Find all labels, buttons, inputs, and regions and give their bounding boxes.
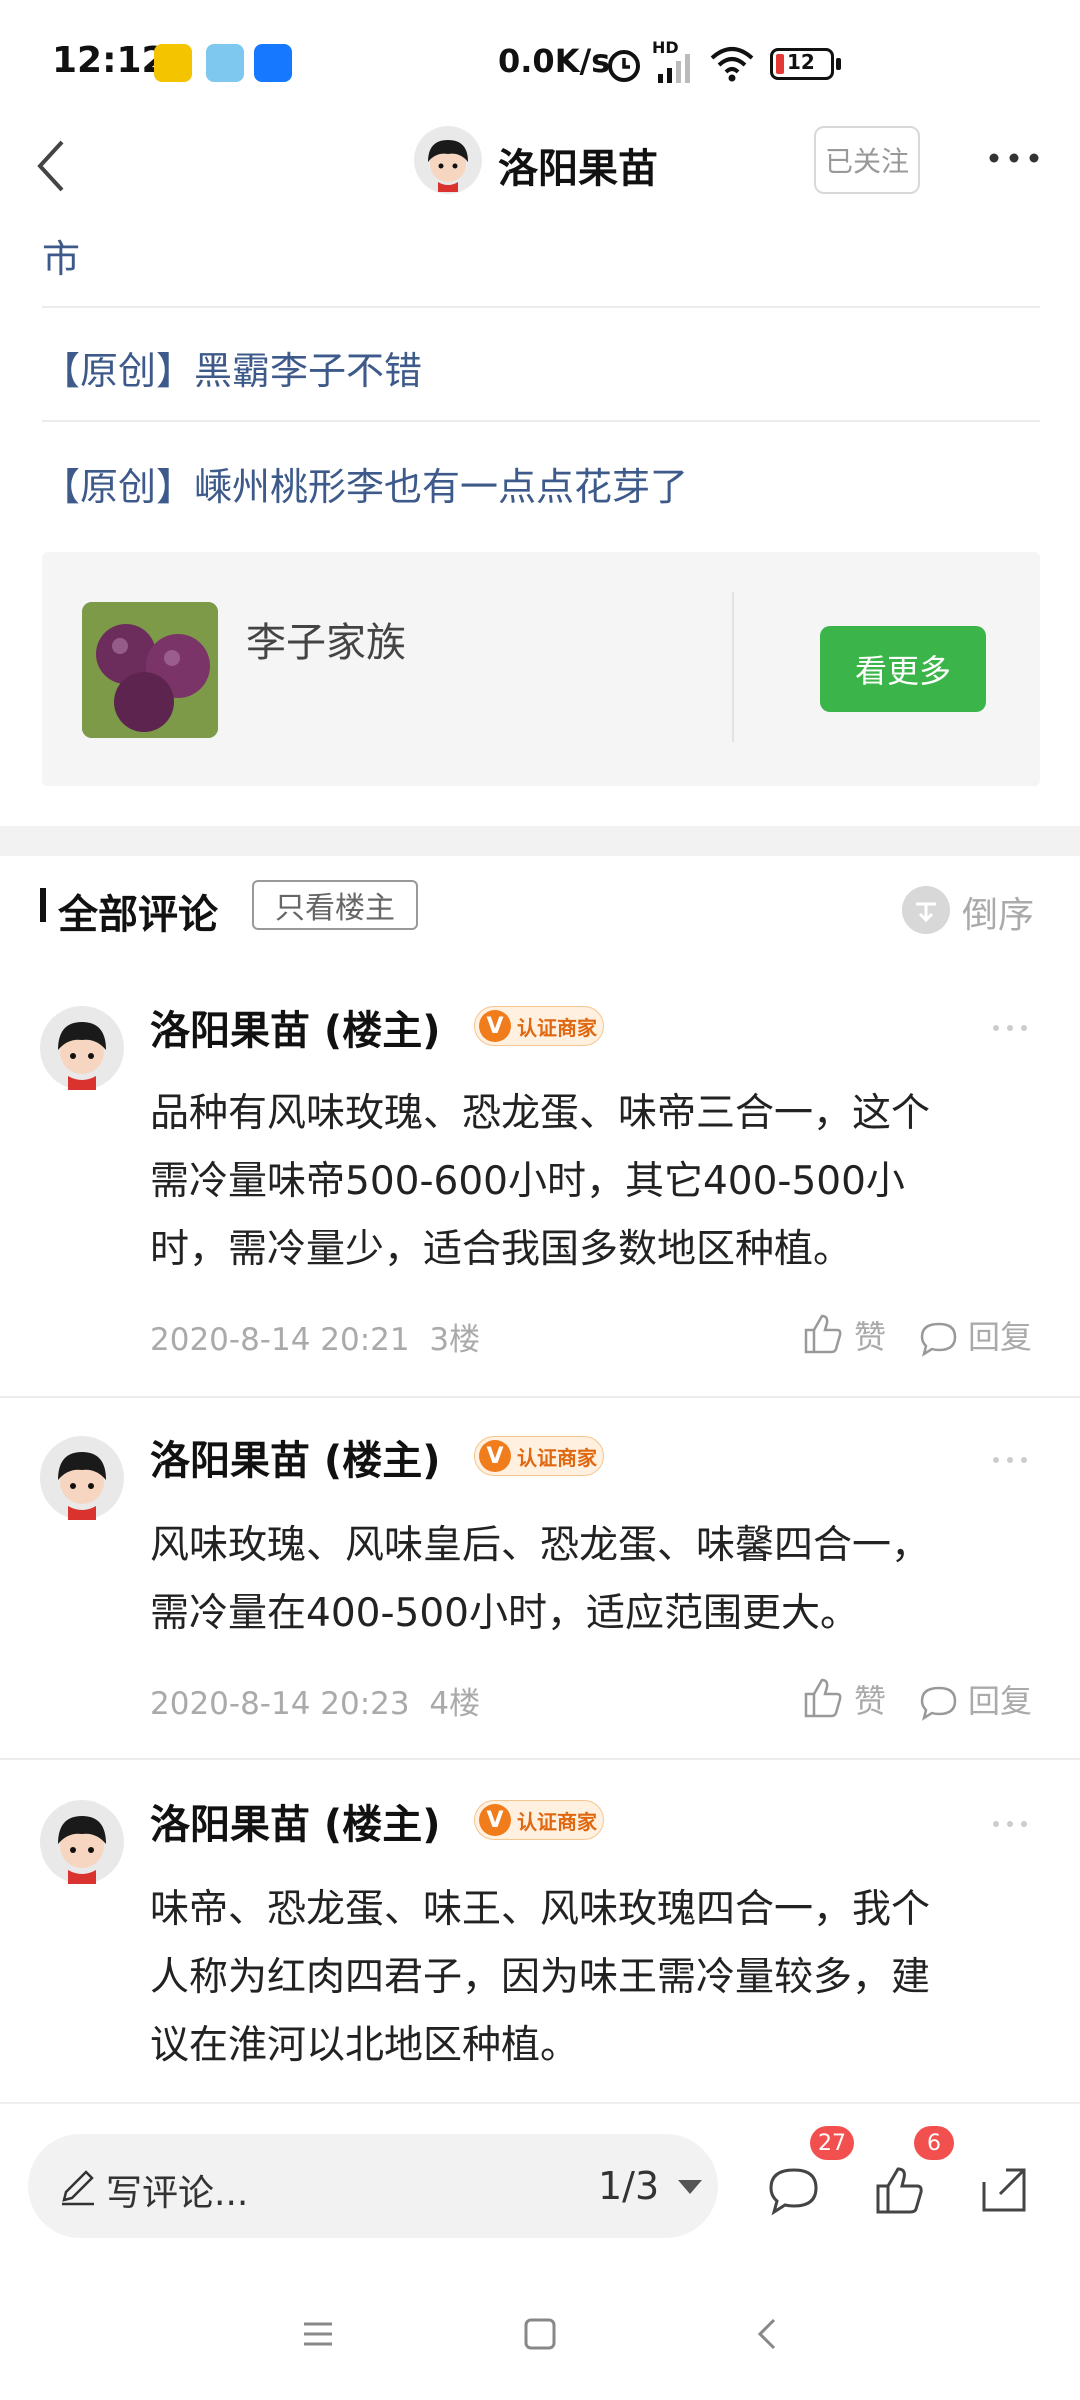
only-owner-filter-button[interactable]: 只看楼主: [252, 880, 418, 930]
recommend-card[interactable]: 李子家族 看更多: [42, 552, 1040, 786]
commenter-name[interactable]: 洛阳果苗 (楼主): [150, 1428, 441, 1486]
follow-button[interactable]: 已关注: [814, 126, 920, 194]
system-nav-bar: [0, 2270, 1080, 2400]
comment-meta: 2020-8-14 20:21 3楼: [150, 1322, 481, 1358]
pen-icon: [62, 2170, 94, 2206]
back-icon[interactable]: [750, 2316, 786, 2352]
back-arrow-icon[interactable]: [24, 134, 84, 194]
section-marker: [40, 888, 46, 922]
comment-meta: 2020-8-14 20:23 4楼: [150, 1686, 481, 1722]
reply-icon[interactable]: [918, 1318, 960, 1360]
like-label[interactable]: 赞: [854, 1312, 886, 1358]
comment-count-badge: 27: [810, 2126, 854, 2160]
divider: [0, 1758, 1080, 1760]
status-time: 12:12: [52, 40, 167, 81]
like-count-badge: 6: [914, 2126, 954, 2160]
related-link[interactable]: 【原创】嵊州桃形李也有一点点花芽了: [42, 456, 688, 511]
page-dropdown-icon[interactable]: [678, 2180, 702, 2194]
more-options-icon[interactable]: [986, 138, 1042, 178]
comment-more-icon[interactable]: [990, 1814, 1030, 1834]
verified-v-icon: V: [479, 1440, 511, 1472]
card-divider: [732, 592, 734, 742]
page-indicator[interactable]: 1/3: [598, 2164, 659, 2208]
network-speed: 0.0K/s: [498, 42, 611, 80]
cellular-signal-icon: [658, 54, 690, 83]
verified-v-icon: V: [479, 1010, 511, 1042]
bottom-action-bar: 写评论... 1/3 27 6: [0, 2102, 1080, 2270]
sort-icon[interactable]: [902, 886, 950, 934]
verified-merchant-badge: V 认证商家: [474, 1436, 604, 1476]
plum-thumbnail-image: [82, 602, 218, 738]
telegram-app-icon: [206, 44, 244, 82]
sort-label[interactable]: 倒序: [962, 886, 1034, 938]
home-icon[interactable]: [522, 2316, 558, 2352]
reply-label[interactable]: 回复: [968, 1676, 1032, 1722]
section-gap: [0, 826, 1080, 856]
write-comment-placeholder: 写评论...: [106, 2173, 249, 2214]
like-icon[interactable]: [872, 2162, 928, 2218]
reply-label[interactable]: 回复: [968, 1312, 1032, 1358]
verified-merchant-badge: V 认证商家: [474, 1800, 604, 1840]
battery-icon: 12: [770, 48, 834, 80]
card-title: 李子家族: [246, 620, 406, 666]
menu-icon[interactable]: [300, 2316, 336, 2352]
battery-tip: [836, 58, 841, 70]
comments-title: 全部评论: [58, 892, 218, 938]
verified-merchant-badge: V 认证商家: [474, 1006, 604, 1046]
like-icon[interactable]: [800, 1310, 846, 1356]
commenter-name[interactable]: 洛阳果苗 (楼主): [150, 1792, 441, 1850]
comment-text: 品种有风味玫瑰、恐龙蛋、味帝三合一，这个 需冷量味帝500-600小时，其它400…: [150, 1091, 931, 1272]
related-link[interactable]: 【原创】黑霸李子不错: [42, 340, 422, 395]
see-more-button[interactable]: 看更多: [820, 626, 986, 712]
alipay-app-icon: [254, 44, 292, 82]
commenter-avatar[interactable]: [40, 1436, 124, 1520]
like-icon[interactable]: [800, 1674, 846, 1720]
page-title: 洛阳果苗: [498, 146, 658, 192]
like-label[interactable]: 赞: [854, 1676, 886, 1722]
divider: [0, 1396, 1080, 1398]
related-link-truncated[interactable]: 市: [42, 228, 80, 283]
comment-more-icon[interactable]: [990, 1018, 1030, 1038]
divider: [42, 306, 1040, 308]
alarm-icon: [608, 50, 640, 82]
comment-more-icon[interactable]: [990, 1450, 1030, 1470]
write-comment-input[interactable]: 写评论... 1/3: [28, 2134, 718, 2238]
wifi-icon: [710, 47, 754, 82]
share-icon[interactable]: [976, 2162, 1032, 2218]
commenter-avatar[interactable]: [40, 1800, 124, 1884]
commenter-name[interactable]: 洛阳果苗 (楼主): [150, 998, 441, 1056]
verified-v-icon: V: [479, 1804, 511, 1836]
comment-text: 风味玫瑰、风味皇后、恐龙蛋、味馨四合一， 需冷量在400-500小时，适应范围更大…: [150, 1523, 931, 1636]
comment-text: 味帝、恐龙蛋、味王、风味玫瑰四合一，我个 人称为红肉四君子，因为味王需冷量较多，建…: [150, 1887, 931, 2068]
divider: [42, 420, 1040, 422]
reply-icon[interactable]: [918, 1682, 960, 1724]
comments-icon[interactable]: [766, 2162, 822, 2218]
status-bar: 12:12 0.0K/s HD 12: [0, 0, 1080, 128]
top-header: 洛阳果苗 已关注: [0, 118, 1080, 214]
commenter-avatar[interactable]: [40, 1006, 124, 1090]
novel-app-icon: [154, 44, 192, 82]
author-avatar[interactable]: [414, 126, 482, 194]
